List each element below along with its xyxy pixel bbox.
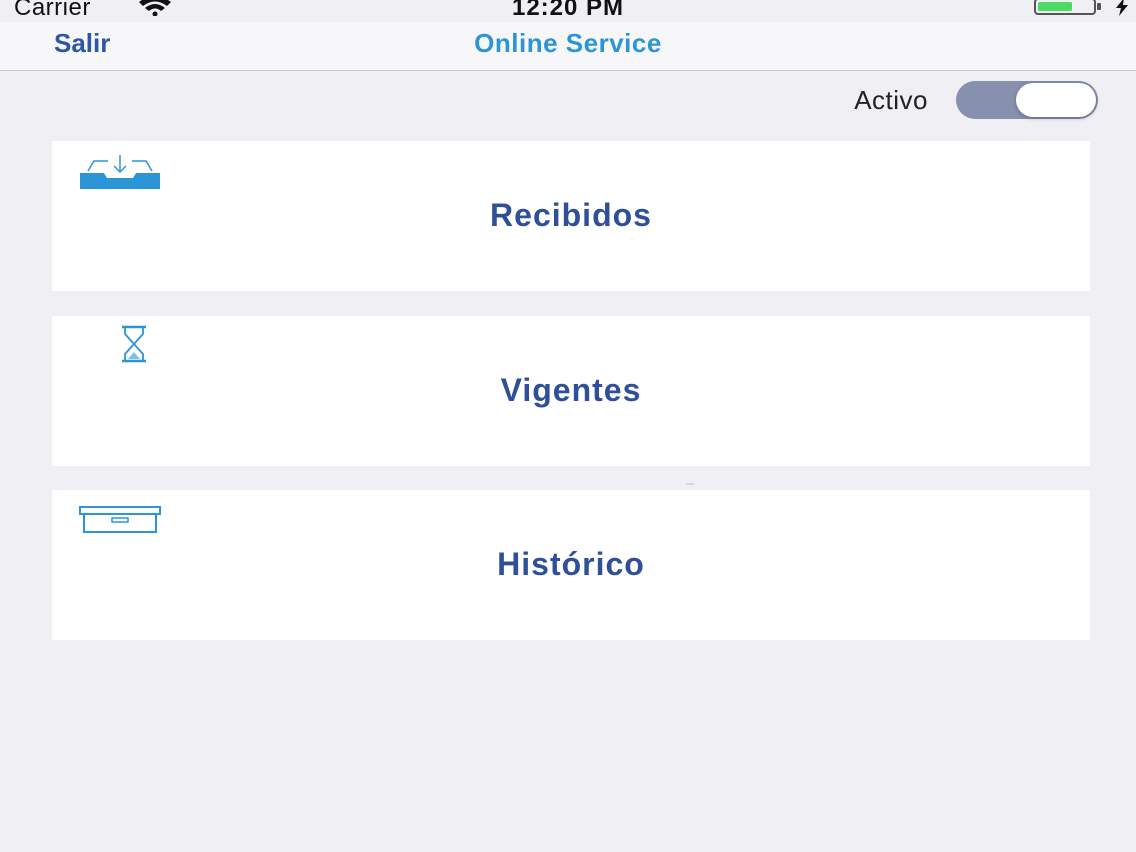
menu-item-vigentes[interactable]: Vigentes [52, 316, 1090, 466]
page-title: Online Service [474, 28, 662, 58]
app-screen: Carrier 12:20 PM Salir Online Service Ac… [0, 0, 1136, 852]
menu-item-historico[interactable]: Histórico [52, 490, 1090, 640]
battery-icon [1034, 0, 1101, 15]
menu-item-recibidos[interactable]: Recibidos [52, 141, 1090, 291]
archive-box-icon [79, 506, 161, 533]
charging-bolt-icon [1116, 0, 1128, 16]
status-time: 12:20 PM [511, 0, 625, 21]
menu-item-label: Vigentes [500, 372, 642, 408]
active-toggle-row: Activo [854, 80, 1098, 120]
active-toggle-label: Activo [854, 84, 928, 115]
menu-item-label: Histórico [497, 546, 645, 582]
status-bar: Carrier 12:20 PM [0, 0, 1136, 22]
divider-mark [686, 483, 694, 485]
menu-item-label: Recibidos [490, 197, 652, 233]
active-toggle-switch[interactable] [956, 81, 1098, 119]
hourglass-icon [122, 325, 146, 363]
inbox-download-icon [80, 155, 160, 189]
toggle-knob [1016, 83, 1096, 117]
navigation-bar: Salir Online Service [0, 22, 1136, 71]
